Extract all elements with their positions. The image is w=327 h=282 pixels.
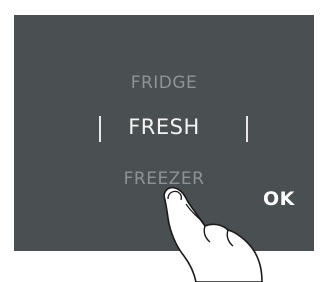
option-freezer[interactable]: FREEZER <box>14 169 314 189</box>
selection-bracket-right <box>246 116 248 142</box>
ok-button[interactable]: OK <box>263 188 295 210</box>
control-panel-display: FRIDGE FRESH FREEZER OK <box>14 15 314 251</box>
option-fresh-selected[interactable]: FRESH <box>14 115 314 139</box>
option-fridge[interactable]: FRIDGE <box>14 73 314 93</box>
screen: FRIDGE FRESH FREEZER OK <box>0 0 327 282</box>
